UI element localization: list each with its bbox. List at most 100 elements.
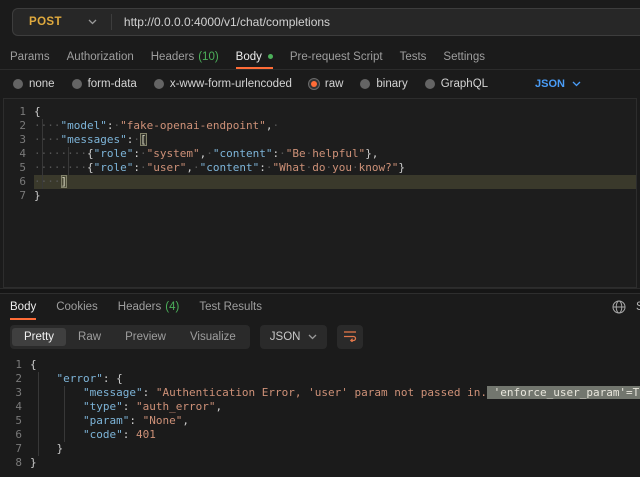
line-number: 1 <box>0 358 22 372</box>
tab-settings[interactable]: Settings <box>443 44 485 69</box>
response-language-dropdown[interactable]: JSON <box>260 325 328 349</box>
code-line[interactable]: 6 "code": 401 <box>0 428 640 442</box>
code-line[interactable]: 7 } <box>0 442 640 456</box>
code-line[interactable]: 3····"messages":·[ <box>4 133 636 147</box>
code-line[interactable]: 4········{"role":·"system",·"content":·"… <box>4 147 636 161</box>
code-token: · <box>279 147 286 160</box>
code-token: "None" <box>143 414 183 427</box>
code-token: "content" <box>213 147 273 160</box>
code-content: ····"model":·"fake-openai-endpoint",· <box>34 119 636 133</box>
code-token: } <box>30 442 63 455</box>
chevron-down-icon <box>308 334 317 340</box>
body-type-none[interactable]: none <box>13 78 55 90</box>
line-number: 5 <box>4 161 26 175</box>
request-body-editor[interactable]: 1{2 ····"model":·"fake-openai-endpoint",·… <box>3 98 637 288</box>
method-label: POST <box>29 16 62 28</box>
wrap-lines-button[interactable] <box>337 325 363 349</box>
response-body-viewer[interactable]: 1{2 "error": {3 "message": "Authenticati… <box>0 354 640 476</box>
code-token: , <box>186 161 193 174</box>
chevron-down-icon <box>572 81 581 87</box>
tab-authorization[interactable]: Authorization <box>67 44 134 69</box>
code-line[interactable]: 1{ <box>4 105 636 119</box>
code-line[interactable]: 4 "type": "auth_error", <box>0 400 640 414</box>
view-raw-button[interactable]: Raw <box>66 328 113 346</box>
view-pretty-button[interactable]: Pretty <box>12 328 66 346</box>
url-input[interactable] <box>112 15 640 29</box>
code-token: you <box>332 161 352 174</box>
tab-params[interactable]: Params <box>10 44 50 69</box>
view-visualize-button[interactable]: Visualize <box>178 328 248 346</box>
radio-icon <box>154 79 164 89</box>
code-token: }, <box>365 147 378 160</box>
code-line[interactable]: 7} <box>4 189 636 203</box>
code-token: "role" <box>94 147 134 160</box>
code-token: { <box>87 161 94 174</box>
code-line[interactable]: 2 ····"model":·"fake-openai-endpoint",· <box>4 119 636 133</box>
code-content: } <box>34 189 636 203</box>
code-line[interactable]: 3 "message": "Authentication Error, 'use… <box>0 386 640 400</box>
code-token: · <box>140 161 147 174</box>
code-content: { <box>30 358 640 372</box>
response-tabs: Body Cookies Headers(4) Test Results St <box>0 294 640 320</box>
code-content: "error": { <box>30 372 640 386</box>
code-token: } <box>398 161 405 174</box>
code-line[interactable]: 5 "param": "None", <box>0 414 640 428</box>
tab-body[interactable]: Body <box>236 44 273 69</box>
code-line[interactable]: 2 "error": { <box>0 372 640 386</box>
code-token: : <box>123 400 136 413</box>
body-type-binary[interactable]: binary <box>360 78 407 90</box>
code-token: : <box>129 414 142 427</box>
code-content: ····] <box>34 175 636 189</box>
response-headers-count-badge: (4) <box>165 301 179 313</box>
response-tab-cookies[interactable]: Cookies <box>56 294 98 320</box>
code-line[interactable]: 6 ····] <box>4 175 636 189</box>
code-token: · <box>206 147 213 160</box>
body-type-graphql[interactable]: GraphQL <box>425 78 488 90</box>
line-number: 6 <box>4 175 26 189</box>
response-tab-test-results[interactable]: Test Results <box>199 294 262 320</box>
code-line[interactable]: 8} <box>0 456 640 470</box>
response-meta: St <box>612 294 640 320</box>
code-content: ········{"role":·"user",·"content":·"Wha… <box>34 161 636 175</box>
code-line[interactable]: 5········{"role":·"user",·"content":·"Wh… <box>4 161 636 175</box>
code-token: } <box>30 456 37 469</box>
code-token: : <box>123 428 136 441</box>
code-content: "message": "Authentication Error, 'user'… <box>30 386 640 400</box>
code-token: "param" <box>83 414 129 427</box>
chevron-down-icon <box>88 19 97 25</box>
code-content: ········{"role":·"system",·"content":·"B… <box>34 147 636 161</box>
code-token: { <box>34 105 41 118</box>
code-token: · <box>140 147 147 160</box>
line-number: 2 <box>4 119 26 133</box>
code-token: helpful" <box>312 147 365 160</box>
radio-icon <box>425 79 435 89</box>
request-language-dropdown[interactable]: JSON <box>535 78 581 90</box>
response-view-switch: Pretty Raw Preview Visualize <box>10 325 250 349</box>
url-container: POST <box>12 8 640 36</box>
code-line[interactable]: 1{ <box>0 358 640 372</box>
code-token: "system" <box>147 147 200 160</box>
response-toolbar: Pretty Raw Preview Visualize JSON <box>0 320 640 354</box>
response-tab-headers[interactable]: Headers(4) <box>118 294 180 320</box>
body-type-urlencoded[interactable]: x-www-form-urlencoded <box>154 78 292 90</box>
code-content: { <box>34 105 636 119</box>
response-tab-body[interactable]: Body <box>10 294 36 320</box>
tab-tests[interactable]: Tests <box>400 44 427 69</box>
tab-headers[interactable]: Headers(10) <box>151 44 219 69</box>
code-token: "content" <box>200 161 260 174</box>
line-number: 2 <box>0 372 22 386</box>
method-dropdown[interactable]: POST <box>13 16 111 28</box>
line-number: 3 <box>4 133 26 147</box>
code-token: · <box>193 161 200 174</box>
code-content: "code": 401 <box>30 428 640 442</box>
globe-icon[interactable] <box>612 300 626 314</box>
code-token: "message" <box>83 386 143 399</box>
body-type-raw[interactable]: raw <box>309 78 344 90</box>
code-token: : <box>133 147 140 160</box>
radio-icon <box>360 79 370 89</box>
body-type-form-data[interactable]: form-data <box>72 78 137 90</box>
line-number: 8 <box>0 456 22 470</box>
view-preview-button[interactable]: Preview <box>113 328 178 346</box>
code-token: : { <box>103 372 123 385</box>
tab-pre-request-script[interactable]: Pre-request Script <box>290 44 383 69</box>
